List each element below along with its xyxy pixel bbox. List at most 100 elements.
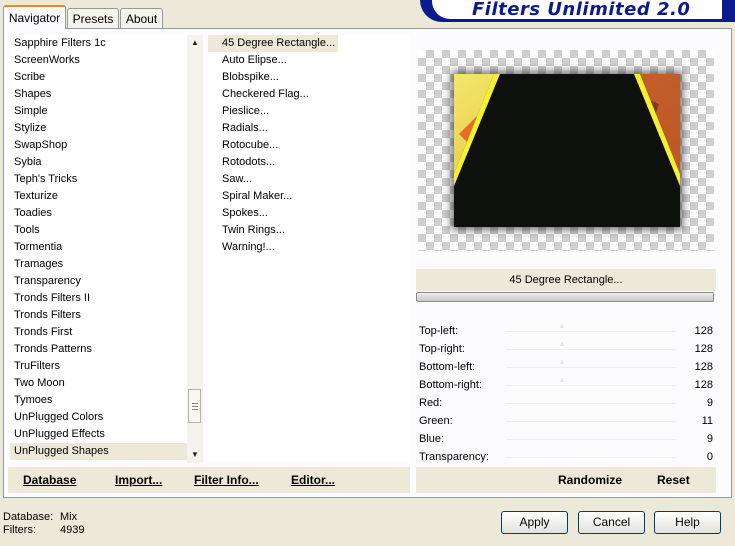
category-item[interactable]: Tools: [10, 222, 187, 239]
param-row[interactable]: Bottom-right: 128 ▲: [416, 376, 716, 394]
filter-item[interactable]: Radials...: [208, 120, 268, 137]
param-value: 128: [694, 361, 713, 373]
slider-knob-icon[interactable]: ▲: [558, 376, 568, 384]
param-value: 9: [706, 433, 713, 445]
param-label: Bottom-right:: [419, 379, 482, 391]
right-button-bar: Randomize Reset: [416, 467, 716, 493]
category-item[interactable]: TruFilters: [10, 358, 187, 375]
database-button[interactable]: Database: [23, 473, 76, 487]
filter-item[interactable]: Spokes...: [208, 205, 268, 222]
param-label: Bottom-left:: [419, 361, 476, 373]
filter-item[interactable]: 45 Degree Rectangle...: [208, 35, 339, 52]
category-item[interactable]: Tramages: [10, 256, 187, 273]
category-item[interactable]: Tronds Filters II: [10, 290, 187, 307]
param-value: 128: [694, 343, 713, 355]
filter-item[interactable]: Rotocube...: [208, 137, 278, 154]
filter-item[interactable]: Auto Elipse...: [208, 52, 287, 69]
filter-list[interactable]: 45 Degree Rectangle... Auto Elipse... Blob…: [208, 35, 410, 463]
param-slider-track[interactable]: [506, 403, 676, 404]
filter-info-button[interactable]: Filter Info...: [194, 473, 259, 487]
param-slider-track[interactable]: [506, 457, 676, 458]
param-value: 9: [706, 397, 713, 409]
tab-navigator[interactable]: Navigator: [3, 5, 66, 29]
param-row[interactable]: Top-right: 128 ▲: [416, 340, 716, 358]
preview-image-graphic: [454, 74, 680, 227]
apply-button[interactable]: Apply: [501, 511, 568, 534]
filter-item[interactable]: Checkered Flag...: [208, 86, 309, 103]
tab-presets[interactable]: Presets: [67, 8, 119, 28]
category-item[interactable]: Texturize: [10, 188, 187, 205]
param-row[interactable]: Transparency: 0: [416, 448, 716, 466]
filter-item[interactable]: Spiral Maker...: [208, 188, 292, 205]
status-database-label: Database:: [3, 511, 54, 523]
param-slider-track[interactable]: [506, 331, 676, 332]
category-item[interactable]: Teph's Tricks: [10, 171, 187, 188]
category-item[interactable]: UnPlugged Colors: [10, 409, 187, 426]
category-item[interactable]: Tormentia: [10, 239, 187, 256]
param-slider-track[interactable]: [506, 439, 676, 440]
category-item[interactable]: Tronds First: [10, 324, 187, 341]
slider-knob-icon[interactable]: ▲: [558, 322, 568, 330]
param-label: Top-right:: [419, 343, 465, 355]
category-item[interactable]: Tymoes: [10, 392, 187, 409]
editor-button[interactable]: Editor...: [291, 473, 335, 487]
randomize-button[interactable]: Randomize: [558, 473, 622, 487]
category-item[interactable]: UnPlugged Effects: [10, 426, 187, 443]
import-button[interactable]: Import...: [115, 473, 162, 487]
param-slider-track[interactable]: [506, 385, 676, 386]
status-filters-value: 4939: [60, 524, 85, 536]
param-value: 128: [694, 379, 713, 391]
param-slider-track[interactable]: [506, 421, 676, 422]
slider-knob-icon[interactable]: ▲: [558, 358, 568, 366]
progress-bar: [416, 292, 714, 302]
category-scrollbar[interactable]: ▲ ▼: [187, 35, 203, 463]
param-row[interactable]: Red: 9: [416, 394, 716, 412]
category-item[interactable]: Tronds Filters: [10, 307, 187, 324]
param-value: 0: [706, 451, 713, 463]
filter-item[interactable]: Blobspike...: [208, 69, 279, 86]
filter-item[interactable]: Pieslice...: [208, 103, 269, 120]
param-value: 128: [694, 325, 713, 337]
param-slider-track[interactable]: [506, 349, 676, 350]
param-label: Transparency:: [419, 451, 489, 463]
param-row[interactable]: Blue: 9: [416, 430, 716, 448]
cancel-button[interactable]: Cancel: [578, 511, 645, 534]
param-row[interactable]: Green: 11: [416, 412, 716, 430]
category-item[interactable]: Two Moon: [10, 375, 187, 392]
preview-image: [454, 74, 680, 227]
status-filters-label: Filters:: [3, 524, 36, 536]
category-item[interactable]: Transparency: [10, 273, 187, 290]
category-item[interactable]: Shapes: [10, 86, 187, 103]
reset-button[interactable]: Reset: [657, 473, 690, 487]
filter-item[interactable]: Rotodots...: [208, 154, 275, 171]
scroll-up-icon[interactable]: ▲: [187, 35, 203, 51]
filter-item[interactable]: Warning!...: [208, 239, 275, 256]
param-label: Top-left:: [419, 325, 459, 337]
category-item[interactable]: Sapphire Filters 1c: [10, 35, 187, 52]
filter-item[interactable]: Twin Rings...: [208, 222, 285, 239]
category-item[interactable]: Simple: [10, 103, 187, 120]
param-row[interactable]: Top-left: 128 ▲: [416, 322, 716, 340]
category-item[interactable]: Tronds Patterns: [10, 341, 187, 358]
param-slider-track[interactable]: [506, 367, 676, 368]
scroll-thumb[interactable]: [188, 389, 201, 423]
slider-knob-icon[interactable]: ▲: [558, 340, 568, 348]
param-label: Blue:: [419, 433, 445, 445]
category-item[interactable]: Sybia: [10, 154, 187, 171]
param-label: Green:: [419, 415, 453, 427]
app-title: Filters Unlimited 2.0: [472, 0, 691, 20]
category-list[interactable]: Sapphire Filters 1c ScreenWorks Scribe Shap…: [10, 35, 187, 463]
filter-item[interactable]: Saw...: [208, 171, 252, 188]
category-item[interactable]: SwapShop: [10, 137, 187, 154]
category-item[interactable]: UnPlugged Shapes: [10, 443, 187, 460]
category-item[interactable]: Toadies: [10, 205, 187, 222]
category-item[interactable]: ScreenWorks: [10, 52, 187, 69]
current-filter-name: 45 Degree Rectangle...: [416, 269, 716, 291]
param-value: 11: [701, 415, 713, 427]
help-button[interactable]: Help: [654, 511, 721, 534]
category-item[interactable]: Scribe: [10, 69, 187, 86]
param-row[interactable]: Bottom-left: 128 ▲: [416, 358, 716, 376]
category-item[interactable]: Stylize: [10, 120, 187, 137]
scroll-down-icon[interactable]: ▼: [187, 447, 203, 463]
tab-about[interactable]: About: [120, 8, 163, 28]
